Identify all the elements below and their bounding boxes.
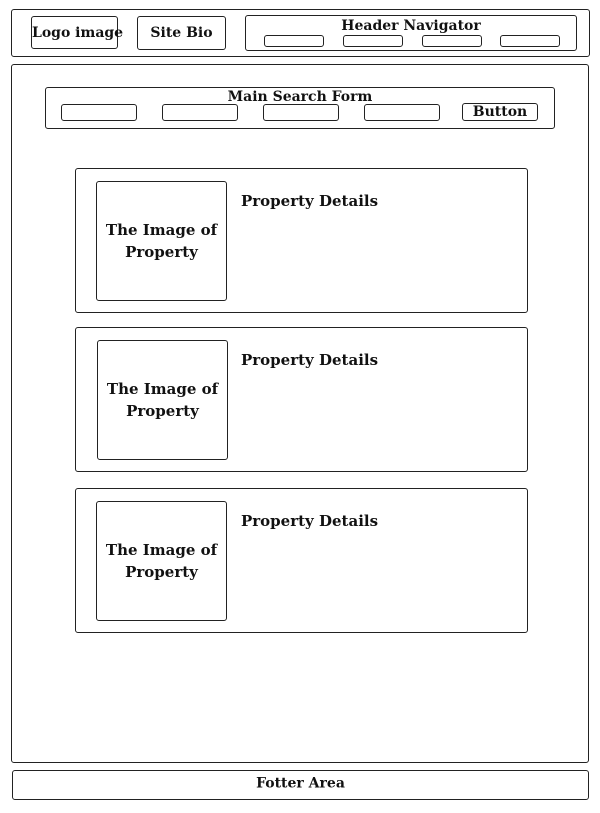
site-bio-label: Site Bio [150,25,213,41]
footer-label: Fotter Area [256,775,345,792]
search-field-3[interactable] [263,104,339,121]
property-card[interactable]: The Image of Property Property Details [75,168,528,313]
property-card[interactable]: The Image of Property Property Details [75,327,528,472]
logo-label: Logo image [32,24,124,41]
property-image[interactable]: The Image of Property [96,181,227,301]
nav-link-1[interactable] [264,35,324,47]
main-content: Main Search Form Button The Image of Pro… [11,64,589,763]
header-navigator-title: Header Navigator [341,18,481,34]
search-field-2[interactable] [162,104,238,121]
search-form-title: Main Search Form [227,89,373,105]
search-button[interactable]: Button [462,103,538,121]
logo-box[interactable]: Logo image [31,16,124,49]
property-image-label: The Image of Property [105,221,218,261]
search-field-4[interactable] [364,104,440,121]
nav-link-3[interactable] [422,35,482,47]
property-image-label: The Image of Property [105,541,218,581]
site-bio-box: Site Bio [137,16,226,50]
search-field-1[interactable] [61,104,137,121]
main-search-form: Main Search Form Button [45,87,555,129]
property-details: Property Details [241,512,379,530]
property-card[interactable]: The Image of Property Property Details [75,488,528,633]
property-image[interactable]: The Image of Property [97,340,228,460]
search-button-label: Button [472,104,528,120]
property-image[interactable]: The Image of Property [96,501,227,621]
property-details: Property Details [241,192,379,210]
nav-link-4[interactable] [500,35,560,47]
property-image-label: The Image of Property [106,380,219,420]
property-details: Property Details [241,351,379,369]
nav-link-2[interactable] [343,35,403,47]
footer: Fotter Area [12,770,589,800]
header-navigator: Header Navigator [245,15,577,51]
